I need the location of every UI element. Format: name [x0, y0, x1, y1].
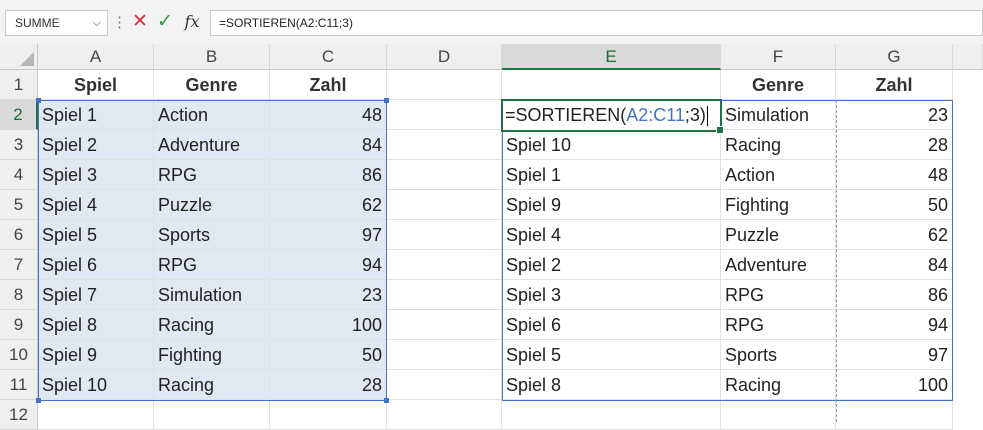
cell-D7[interactable]	[387, 250, 502, 280]
cell-D3[interactable]	[387, 130, 502, 160]
row-header-12[interactable]: 12	[0, 400, 38, 430]
row-header-6[interactable]: 6	[0, 220, 38, 250]
editor-range-ref: A2:C11	[626, 105, 685, 125]
cell-D12[interactable]	[387, 400, 502, 430]
cell-C12[interactable]	[270, 400, 387, 430]
cell-G1[interactable]: Zahl	[836, 70, 953, 100]
row-header-10[interactable]: 10	[0, 340, 38, 370]
cell-D1[interactable]	[387, 70, 502, 100]
row-header-1[interactable]: 1	[0, 70, 38, 100]
formula-input[interactable]: =SORTIEREN(A2:C11;3)	[210, 10, 983, 36]
column-header-A[interactable]: A	[38, 44, 154, 70]
cell-F12[interactable]	[721, 400, 836, 430]
name-box-value: SUMME	[15, 16, 60, 30]
cancel-icon[interactable]: ✕	[130, 10, 150, 34]
fill-handle[interactable]	[716, 126, 724, 134]
select-all-triangle-icon	[20, 52, 34, 66]
cell-B12[interactable]	[154, 400, 270, 430]
insert-function-icon[interactable]: fx	[181, 10, 203, 34]
column-header-filler	[953, 44, 983, 70]
cell-C1[interactable]: Zahl	[270, 70, 387, 100]
editor-suffix: ;3)	[684, 105, 706, 125]
cell-editor[interactable]: =SORTIEREN(A2:C11;3)	[505, 100, 708, 130]
column-header-F[interactable]: F	[721, 44, 836, 70]
cell-D10[interactable]	[387, 340, 502, 370]
cell-D4[interactable]	[387, 160, 502, 190]
row-header-3[interactable]: 3	[0, 130, 38, 160]
column-header-C[interactable]: C	[270, 44, 387, 70]
row-header-4[interactable]: 4	[0, 160, 38, 190]
cell-D9[interactable]	[387, 310, 502, 340]
enter-icon[interactable]: ✓	[155, 10, 175, 34]
chevron-down-icon[interactable]: ⌵	[93, 11, 101, 35]
column-header-B[interactable]: B	[154, 44, 270, 70]
cell-D8[interactable]	[387, 280, 502, 310]
row-header-7[interactable]: 7	[0, 250, 38, 280]
cell-A12[interactable]	[38, 400, 154, 430]
cell-B1[interactable]: Genre	[154, 70, 270, 100]
row-header-5[interactable]: 5	[0, 190, 38, 220]
page-break-line	[836, 100, 837, 422]
row-header-2[interactable]: 2	[0, 100, 38, 130]
name-box[interactable]: SUMME ⌵	[5, 10, 108, 36]
cell-D11[interactable]	[387, 370, 502, 400]
cell-E1[interactable]	[502, 70, 721, 100]
range-handle[interactable]	[36, 398, 41, 403]
source-range-outline	[36, 98, 389, 403]
cell-G12[interactable]	[836, 400, 953, 430]
range-handle[interactable]	[36, 98, 41, 103]
cell-D5[interactable]	[387, 190, 502, 220]
row-header-11[interactable]: 11	[0, 370, 38, 400]
range-handle[interactable]	[384, 98, 389, 103]
cell-F1[interactable]: Genre	[721, 70, 836, 100]
row-header-9[interactable]: 9	[0, 310, 38, 340]
range-handle[interactable]	[384, 398, 389, 403]
editor-prefix: =SORTIEREN(	[505, 105, 627, 125]
cell-E12[interactable]	[502, 400, 721, 430]
cell-D2[interactable]	[387, 100, 502, 130]
column-header-G[interactable]: G	[836, 44, 953, 70]
cell-D6[interactable]	[387, 220, 502, 250]
cell-A1[interactable]: Spiel	[38, 70, 154, 100]
column-header-D[interactable]: D	[387, 44, 502, 70]
text-caret	[706, 106, 708, 127]
column-header-E[interactable]: E	[502, 44, 721, 70]
row-header-8[interactable]: 8	[0, 280, 38, 310]
spill-range-outline	[502, 100, 953, 401]
more-options-icon[interactable]: ⋮	[112, 12, 127, 34]
select-all-button[interactable]	[0, 44, 38, 70]
